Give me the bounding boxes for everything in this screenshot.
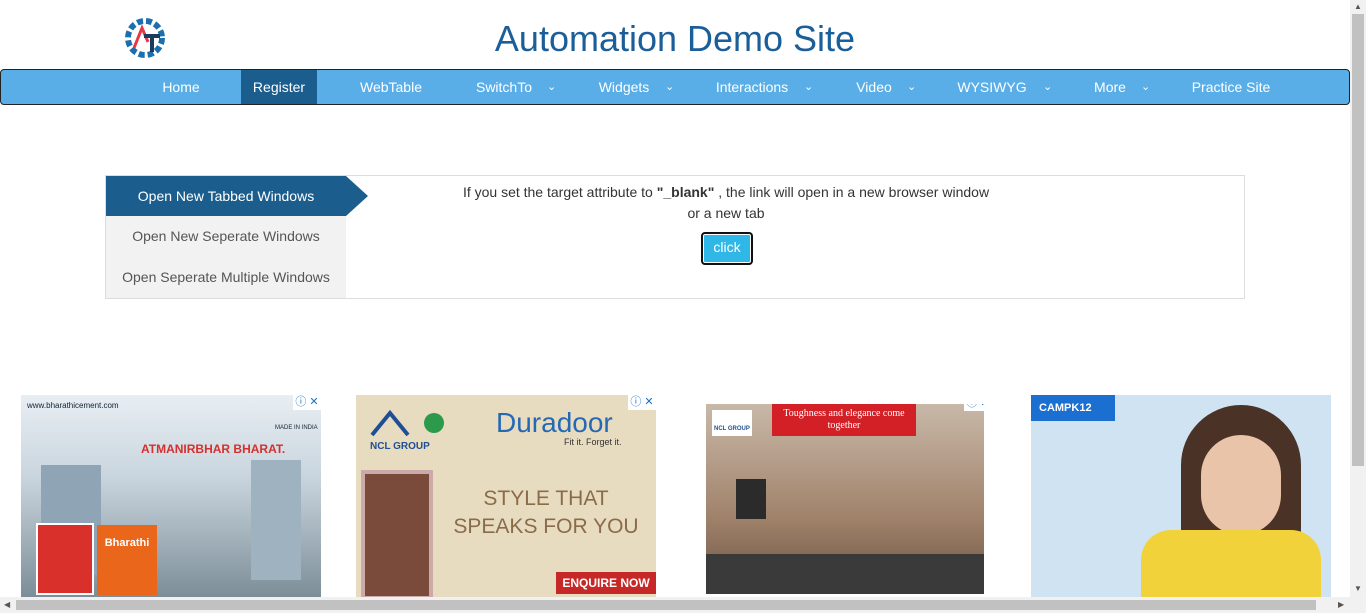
ad-close-icon[interactable]: ⓘ ✕ — [293, 395, 321, 410]
nav-more[interactable]: More — [1085, 70, 1135, 104]
page: Automation Demo Site Home Register WebTa… — [0, 0, 1366, 613]
person-shirt-image — [1141, 530, 1321, 600]
widgets-chevron-down-icon[interactable]: ⌄ — [665, 70, 674, 104]
nav-webtable[interactable]: WebTable — [346, 70, 436, 104]
nav-register[interactable]: Register — [241, 70, 317, 104]
description-text-before: If you set the target attribute to — [462, 184, 657, 200]
windows-tab-panel: Open New Tabbed Windows Open New Seperat… — [105, 175, 1245, 299]
ad-badge: MADE IN INDIA — [275, 425, 318, 431]
main-navbar: Home Register WebTable SwitchTo ⌄ Widget… — [0, 69, 1350, 105]
ad-close-icon[interactable]: ⓘ ✕ — [628, 395, 656, 410]
ncl-group-label: NCL GROUP — [370, 441, 430, 452]
ad-banner-ncl-group[interactable]: NCL GROUP Toughness and elegance come to… — [706, 404, 984, 604]
nav-video[interactable]: Video — [846, 70, 902, 104]
tab-list: Open New Tabbed Windows Open New Seperat… — [106, 176, 346, 298]
ad-url: www.bharathicement.com — [27, 401, 119, 410]
nav-interactions[interactable]: Interactions — [707, 70, 797, 104]
house-logo-icon — [368, 405, 448, 441]
garage-image — [706, 554, 984, 594]
switchto-chevron-down-icon[interactable]: ⌄ — [547, 70, 556, 104]
cement-bag-image — [36, 523, 94, 595]
cement-bag-brand: Bharathi — [97, 525, 157, 595]
ad-banner-duradoor[interactable]: NCL GROUP Duradoor Fit it. Forget it. ST… — [356, 395, 656, 600]
description-text-after: , the link will open in a new browser wi… — [687, 184, 990, 221]
tab-open-new-seperate-windows[interactable]: Open New Seperate Windows — [106, 216, 346, 256]
window-image — [736, 479, 766, 519]
nav-widgets[interactable]: Widgets — [589, 70, 659, 104]
ad-banner-campk12[interactable]: CAMPK12 — [1031, 395, 1331, 600]
description-code: "_blank" — [656, 184, 715, 200]
tab-open-seperate-multiple-windows[interactable]: Open Seperate Multiple Windows — [106, 257, 346, 297]
ad-close-icon[interactable]: ⓘ ✕ — [964, 404, 984, 411]
more-chevron-down-icon[interactable]: ⌄ — [1141, 70, 1150, 104]
door-image — [361, 470, 433, 600]
duradoor-brand: Duradoor — [496, 407, 613, 438]
vertical-scrollbar[interactable]: ▲ ▼ — [1350, 0, 1366, 597]
scroll-left-icon[interactable]: ◀ — [4, 600, 10, 609]
page-title: Automation Demo Site — [494, 18, 856, 59]
house-logo-icon — [712, 410, 752, 436]
building-image — [251, 460, 301, 580]
enquire-now-button[interactable]: ENQUIRE NOW — [556, 572, 656, 594]
horizontal-scroll-thumb[interactable] — [16, 600, 1316, 610]
nav-switchto[interactable]: SwitchTo — [466, 70, 542, 104]
ncl-group-label: NCL GROUP — [714, 426, 750, 432]
nav-wysiwyg[interactable]: WYSIWYG — [949, 70, 1035, 104]
ad-headline: ATMANIRBHAR BHARAT. — [141, 442, 286, 456]
scroll-right-icon[interactable]: ▶ — [1338, 600, 1344, 609]
interactions-chevron-down-icon[interactable]: ⌄ — [804, 70, 813, 104]
scroll-down-icon[interactable]: ▼ — [1354, 584, 1362, 593]
tab-description: If you set the target attribute to "_bla… — [456, 182, 996, 224]
ad-headline: STYLE THAT SPEAKS FOR YOU — [453, 487, 639, 538]
person-face-image — [1201, 435, 1281, 535]
ad-banner-bharathi[interactable]: www.bharathicement.com ATMANIRBHAR BHARA… — [21, 395, 321, 600]
click-button[interactable]: click — [701, 232, 753, 265]
horizontal-scrollbar[interactable]: ◀ ▶ — [0, 597, 1366, 613]
nav-home[interactable]: Home — [141, 70, 221, 104]
campk12-brand: CAMPK12 — [1031, 395, 1115, 421]
nav-practice-site[interactable]: Practice Site — [1181, 70, 1281, 104]
vertical-scroll-thumb[interactable] — [1352, 14, 1364, 466]
ad-headline: Toughness and elegance come together — [772, 404, 916, 436]
duradoor-tagline: Fit it. Forget it. — [564, 437, 622, 447]
scroll-up-icon[interactable]: ▲ — [1354, 2, 1362, 11]
wysiwyg-chevron-down-icon[interactable]: ⌄ — [1043, 70, 1052, 104]
tab-content: If you set the target attribute to "_bla… — [346, 176, 1246, 298]
tab-open-new-tabbed-windows[interactable]: Open New Tabbed Windows — [106, 176, 346, 216]
video-chevron-down-icon[interactable]: ⌄ — [907, 70, 916, 104]
